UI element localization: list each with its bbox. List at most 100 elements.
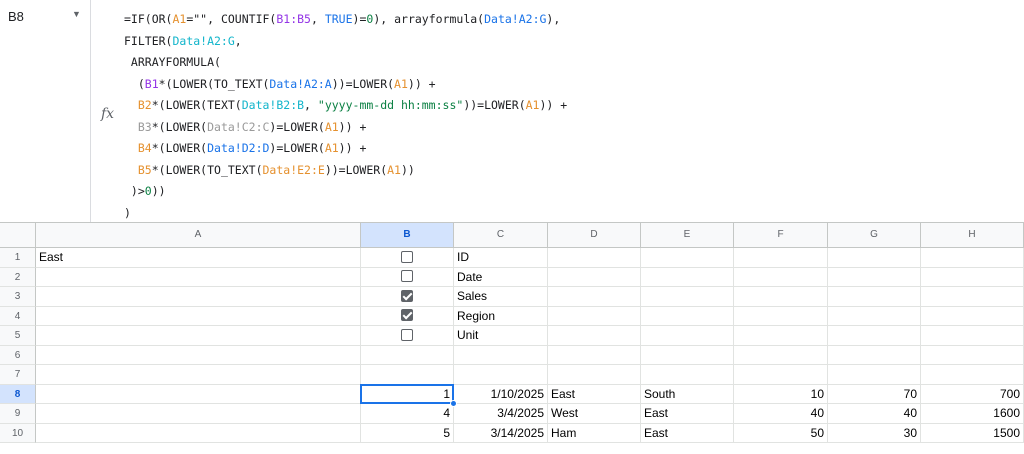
- cell-e2[interactable]: [641, 267, 734, 287]
- cell-e10[interactable]: East: [641, 423, 734, 443]
- name-box-dropdown-icon[interactable]: ▼: [72, 9, 81, 19]
- row-header-1[interactable]: 1: [0, 248, 36, 268]
- name-box[interactable]: B8 ▼: [0, 0, 91, 36]
- row-header-7[interactable]: 7: [0, 365, 36, 385]
- cell-h9[interactable]: 1600: [921, 404, 1024, 424]
- cell-a2[interactable]: [36, 267, 361, 287]
- cell-e1[interactable]: [641, 248, 734, 268]
- cell-d1[interactable]: [548, 248, 641, 268]
- cell-b8[interactable]: 1: [361, 384, 454, 404]
- cell-h5[interactable]: [921, 326, 1024, 346]
- cell-f1[interactable]: [734, 248, 828, 268]
- fill-handle[interactable]: [450, 400, 457, 407]
- cell-e3[interactable]: [641, 287, 734, 307]
- column-header-f[interactable]: F: [734, 223, 828, 248]
- cell-c7[interactable]: [454, 365, 548, 385]
- cell-a3[interactable]: [36, 287, 361, 307]
- cell-b6[interactable]: [361, 345, 454, 365]
- row-header-2[interactable]: 2: [0, 267, 36, 287]
- row-header-5[interactable]: 5: [0, 326, 36, 346]
- cell-a10[interactable]: [36, 423, 361, 443]
- cell-f9[interactable]: 40: [734, 404, 828, 424]
- checkbox-unchecked[interactable]: [401, 270, 413, 283]
- cell-e7[interactable]: [641, 365, 734, 385]
- column-header-c[interactable]: C: [454, 223, 548, 248]
- cell-g8[interactable]: 70: [828, 384, 921, 404]
- cell-g7[interactable]: [828, 365, 921, 385]
- checkbox-checked[interactable]: [401, 309, 413, 322]
- cell-c2[interactable]: Date: [454, 267, 548, 287]
- cell-e6[interactable]: [641, 345, 734, 365]
- cell-b10[interactable]: 5: [361, 423, 454, 443]
- column-header-d[interactable]: D: [548, 223, 641, 248]
- cell-e4[interactable]: [641, 306, 734, 326]
- cell-a6[interactable]: [36, 345, 361, 365]
- cell-e9[interactable]: East: [641, 404, 734, 424]
- cell-c4[interactable]: Region: [454, 306, 548, 326]
- cell-g4[interactable]: [828, 306, 921, 326]
- cell-f5[interactable]: [734, 326, 828, 346]
- row-header-3[interactable]: 3: [0, 287, 36, 307]
- row-header-10[interactable]: 10: [0, 423, 36, 443]
- column-header-e[interactable]: E: [641, 223, 734, 248]
- column-header-h[interactable]: H: [921, 223, 1024, 248]
- cell-e5[interactable]: [641, 326, 734, 346]
- cell-g10[interactable]: 30: [828, 423, 921, 443]
- cell-a1[interactable]: East: [36, 248, 361, 268]
- cell-a8[interactable]: [36, 384, 361, 404]
- row-header-8[interactable]: 8: [0, 384, 36, 404]
- cell-c8[interactable]: 1/10/2025: [454, 384, 548, 404]
- cell-b2[interactable]: [361, 267, 454, 287]
- cell-d6[interactable]: [548, 345, 641, 365]
- cell-h3[interactable]: [921, 287, 1024, 307]
- checkbox-checked[interactable]: [401, 289, 413, 302]
- cell-h7[interactable]: [921, 365, 1024, 385]
- cell-d10[interactable]: Ham: [548, 423, 641, 443]
- row-header-4[interactable]: 4: [0, 306, 36, 326]
- cell-c3[interactable]: Sales: [454, 287, 548, 307]
- cell-b3[interactable]: [361, 287, 454, 307]
- cell-c1[interactable]: ID: [454, 248, 548, 268]
- cell-a4[interactable]: [36, 306, 361, 326]
- cell-h10[interactable]: 1500: [921, 423, 1024, 443]
- column-header-b[interactable]: B: [361, 223, 454, 248]
- cell-g2[interactable]: [828, 267, 921, 287]
- cell-b5[interactable]: [361, 326, 454, 346]
- cell-c5[interactable]: Unit: [454, 326, 548, 346]
- column-header-a[interactable]: A: [36, 223, 361, 248]
- cell-b7[interactable]: [361, 365, 454, 385]
- cell-d2[interactable]: [548, 267, 641, 287]
- cell-h4[interactable]: [921, 306, 1024, 326]
- cell-c6[interactable]: [454, 345, 548, 365]
- cell-h6[interactable]: [921, 345, 1024, 365]
- row-header-6[interactable]: 6: [0, 345, 36, 365]
- cell-d7[interactable]: [548, 365, 641, 385]
- cell-g9[interactable]: 40: [828, 404, 921, 424]
- cell-f8[interactable]: 10: [734, 384, 828, 404]
- cell-c10[interactable]: 3/14/2025: [454, 423, 548, 443]
- cell-e8[interactable]: South: [641, 384, 734, 404]
- cell-g1[interactable]: [828, 248, 921, 268]
- column-header-g[interactable]: G: [828, 223, 921, 248]
- cell-d5[interactable]: [548, 326, 641, 346]
- cell-b4[interactable]: [361, 306, 454, 326]
- cell-f2[interactable]: [734, 267, 828, 287]
- cell-f4[interactable]: [734, 306, 828, 326]
- row-header-9[interactable]: 9: [0, 404, 36, 424]
- cell-d9[interactable]: West: [548, 404, 641, 424]
- cell-a7[interactable]: [36, 365, 361, 385]
- cell-b9[interactable]: 4: [361, 404, 454, 424]
- cell-a5[interactable]: [36, 326, 361, 346]
- cell-d8[interactable]: East: [548, 384, 641, 404]
- cell-f6[interactable]: [734, 345, 828, 365]
- cell-d3[interactable]: [548, 287, 641, 307]
- cell-f10[interactable]: 50: [734, 423, 828, 443]
- cell-d4[interactable]: [548, 306, 641, 326]
- cell-h8[interactable]: 700: [921, 384, 1024, 404]
- cell-h1[interactable]: [921, 248, 1024, 268]
- cell-b1[interactable]: [361, 248, 454, 268]
- cell-f7[interactable]: [734, 365, 828, 385]
- cell-g3[interactable]: [828, 287, 921, 307]
- formula-input[interactable]: =IF(OR(A1="", COUNTIF(B1:B5, TRUE)=0), a…: [124, 9, 567, 224]
- checkbox-unchecked[interactable]: [401, 328, 413, 341]
